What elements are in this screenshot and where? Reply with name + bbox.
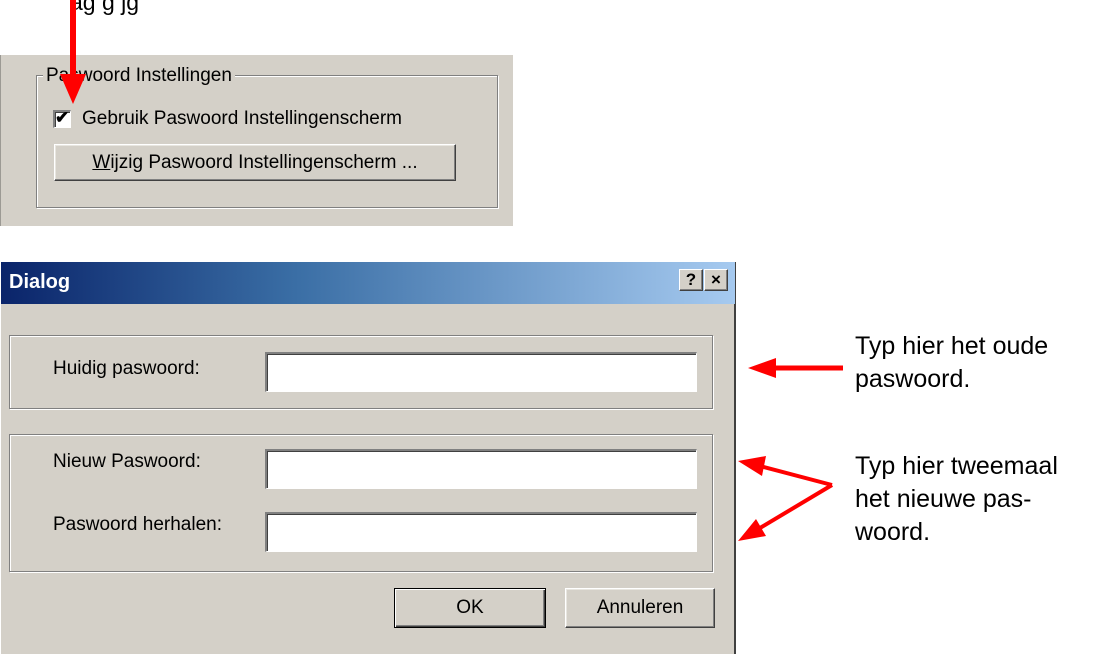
annotation-old-line-2: paswoord. [855, 365, 971, 393]
dialog-titlebar[interactable]: Dialog ? × [1, 262, 735, 304]
checkmark-icon: ✔ [55, 108, 70, 127]
change-password-screen-button[interactable]: Wijzig Paswoord Instellingenscherm ... [54, 144, 456, 181]
password-settings-panel: Paswoord Instellingen ✔ Gebruik Paswoord… [0, 55, 513, 226]
dialog-title: Dialog [9, 271, 71, 293]
annotation-new-line-3: woord. [855, 518, 931, 546]
annotation-old-password: Typ hier het oude paswoord. [855, 330, 1048, 396]
arrow-to-current-password [748, 358, 843, 378]
close-icon: × [711, 270, 721, 289]
close-button[interactable]: × [704, 269, 728, 291]
help-icon: ? [685, 270, 697, 289]
annotation-old-line-1: Typ hier het oude [855, 332, 1049, 360]
new-password-input[interactable] [265, 449, 697, 489]
repeat-password-label: Paswoord herhalen: [53, 514, 222, 535]
new-password-label: Nieuw Paswoord: [53, 451, 201, 472]
use-password-screen-label: Gebruik Paswoord Instellingenscherm [82, 108, 402, 129]
button-label: ijzig Paswoord Instellingenscherm ... [110, 151, 418, 173]
button-mnemonic: W [92, 151, 111, 173]
help-button[interactable]: ? [679, 269, 703, 291]
current-password-input[interactable] [265, 352, 697, 392]
cancel-button[interactable]: Annuleren [565, 588, 715, 628]
annotation-new-password: Typ hier tweemaal het nieuwe pas- woord. [855, 450, 1058, 549]
repeat-password-input[interactable] [265, 512, 697, 552]
current-password-label: Huidig paswoord: [53, 358, 200, 379]
password-dialog: Dialog ? × Huidig paswoord: Nieuw Paswoo… [0, 262, 736, 654]
annotation-new-line-1: Typ hier tweemaal [855, 452, 1058, 480]
password-settings-group-title: Paswoord Instellingen [43, 66, 235, 86]
annotation-new-line-2: het nieuwe pas- [855, 485, 1032, 513]
arrows-to-new-passwords [738, 456, 834, 541]
use-password-screen-checkbox[interactable]: ✔ [53, 108, 71, 128]
use-password-screen-row[interactable]: ✔ Gebruik Paswoord Instellingenscherm [53, 108, 402, 130]
password-settings-groupbox [36, 75, 498, 208]
instruction-caption: ag g jg [70, 0, 140, 15]
ok-button[interactable]: OK [394, 588, 546, 628]
